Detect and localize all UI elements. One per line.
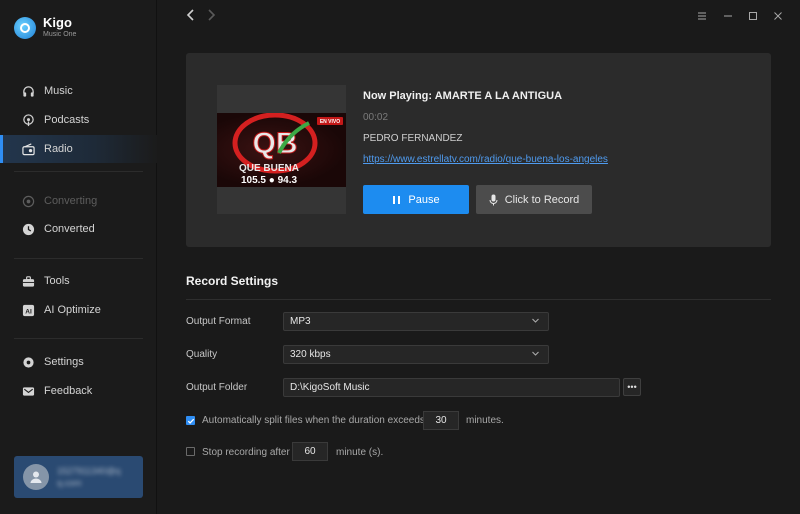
station-frequency: 105.5 ● 94.3 (241, 175, 298, 186)
sidebar-item-converted[interactable]: Converted (0, 215, 157, 243)
avatar (23, 464, 49, 490)
output-folder-input[interactable]: D:\KigoSoft Music (283, 378, 620, 397)
sidebar-item-label: Feedback (44, 385, 93, 397)
artist-name: PEDRO FERNANDEZ (363, 133, 463, 144)
clock-icon (21, 222, 35, 236)
split-files-label: Automatically split files when the durat… (202, 415, 425, 426)
live-badge: EN VIVO (320, 119, 340, 125)
now-playing-title: Now Playing: AMARTE A LA ANTIGUA (363, 90, 563, 102)
record-button[interactable]: Click to Record (476, 185, 592, 214)
split-unit-label: minutes. (466, 415, 504, 426)
quality-select[interactable]: 320 kbps (283, 345, 549, 364)
quality-label: Quality (186, 349, 218, 360)
sidebar-item-tools[interactable]: Tools (0, 267, 157, 295)
record-settings-title: Record Settings (186, 274, 279, 288)
output-folder-label: Output Folder (186, 382, 248, 393)
sidebar-item-ai-optimize[interactable]: AI AI Optimize (0, 296, 157, 324)
station-logo-letters: QB (253, 127, 298, 160)
sidebar-divider (14, 171, 143, 172)
record-label: Click to Record (504, 193, 580, 206)
kigo-logo-icon (14, 17, 36, 39)
ai-icon: AI (21, 303, 35, 317)
microphone-icon (489, 194, 498, 206)
chevron-down-icon (531, 349, 540, 361)
section-divider (186, 299, 771, 300)
station-logo-image: QB EN VIVO QUE BUENA 105.5 ● 94.3 (217, 112, 346, 187)
output-format-value: MP3 (290, 316, 311, 327)
station-url-link[interactable]: https://www.estrellatv.com/radio/que-bue… (363, 154, 608, 165)
now-playing-panel: QB EN VIVO QUE BUENA 105.5 ● 94.3 Now Pl… (186, 53, 771, 247)
sidebar-item-label: AI Optimize (44, 304, 101, 316)
pause-icon (392, 195, 401, 205)
sidebar-item-converting: Converting (0, 187, 157, 215)
sidebar-item-feedback[interactable]: Feedback (0, 377, 157, 405)
sidebar-divider (14, 258, 143, 259)
mail-icon (21, 384, 35, 398)
sidebar-item-music[interactable]: Music (0, 77, 157, 105)
user-email: 1527911340@q q.com (57, 466, 121, 488)
menu-icon[interactable] (695, 9, 709, 23)
sidebar-item-label: Settings (44, 356, 84, 368)
sidebar-item-label: Tools (44, 275, 70, 287)
stop-recording-checkbox[interactable] (186, 447, 195, 456)
output-format-select[interactable]: MP3 (283, 312, 549, 331)
app-subtitle: Music One (43, 31, 77, 38)
pause-button[interactable]: Pause (363, 185, 469, 214)
stop-duration-input[interactable]: 60 (292, 442, 328, 461)
chevron-down-icon (531, 316, 540, 328)
sidebar-item-podcasts[interactable]: Podcasts (0, 106, 157, 134)
brand: Kigo Music One (14, 16, 76, 40)
maximize-icon[interactable] (746, 9, 760, 23)
forward-arrow-icon[interactable] (206, 8, 216, 27)
sidebar-item-label: Music (44, 85, 73, 97)
converting-icon (21, 194, 35, 208)
sidebar-item-label: Converted (44, 223, 95, 235)
station-cover: QB EN VIVO QUE BUENA 105.5 ● 94.3 (217, 85, 346, 214)
sidebar: Kigo Music One Music Podcasts Radio Conv… (0, 0, 157, 514)
browse-folder-button[interactable]: ••• (623, 378, 641, 396)
quality-value: 320 kbps (290, 349, 331, 360)
back-arrow-icon[interactable] (186, 8, 196, 27)
radio-icon (21, 142, 35, 156)
close-icon[interactable] (771, 9, 785, 23)
sidebar-divider (14, 338, 143, 339)
sidebar-item-label: Podcasts (44, 114, 90, 126)
headphones-icon (21, 84, 35, 98)
user-account-card[interactable]: 1527911340@q q.com (14, 456, 143, 498)
output-folder-value: D:\KigoSoft Music (290, 382, 370, 393)
sidebar-item-label: Converting (44, 195, 98, 207)
svg-text:AI: AI (25, 308, 32, 315)
output-format-label: Output Format (186, 316, 251, 327)
sidebar-item-settings[interactable]: Settings (0, 348, 157, 376)
split-files-checkbox[interactable] (186, 416, 195, 425)
split-duration-input[interactable]: 30 (423, 411, 459, 430)
station-name: QUE BUENA (239, 163, 299, 174)
podcast-icon (21, 113, 35, 127)
playback-time: 00:02 (363, 112, 389, 123)
pause-label: Pause (408, 193, 440, 206)
stop-unit-label: minute (s). (336, 447, 384, 458)
sidebar-item-label: Radio (44, 143, 73, 155)
minimize-icon[interactable] (721, 9, 735, 23)
app-name: Kigo (43, 15, 72, 30)
gear-icon (21, 355, 35, 369)
stop-recording-label: Stop recording after (202, 447, 290, 458)
sidebar-item-radio[interactable]: Radio (0, 135, 157, 163)
toolbox-icon (21, 274, 35, 288)
